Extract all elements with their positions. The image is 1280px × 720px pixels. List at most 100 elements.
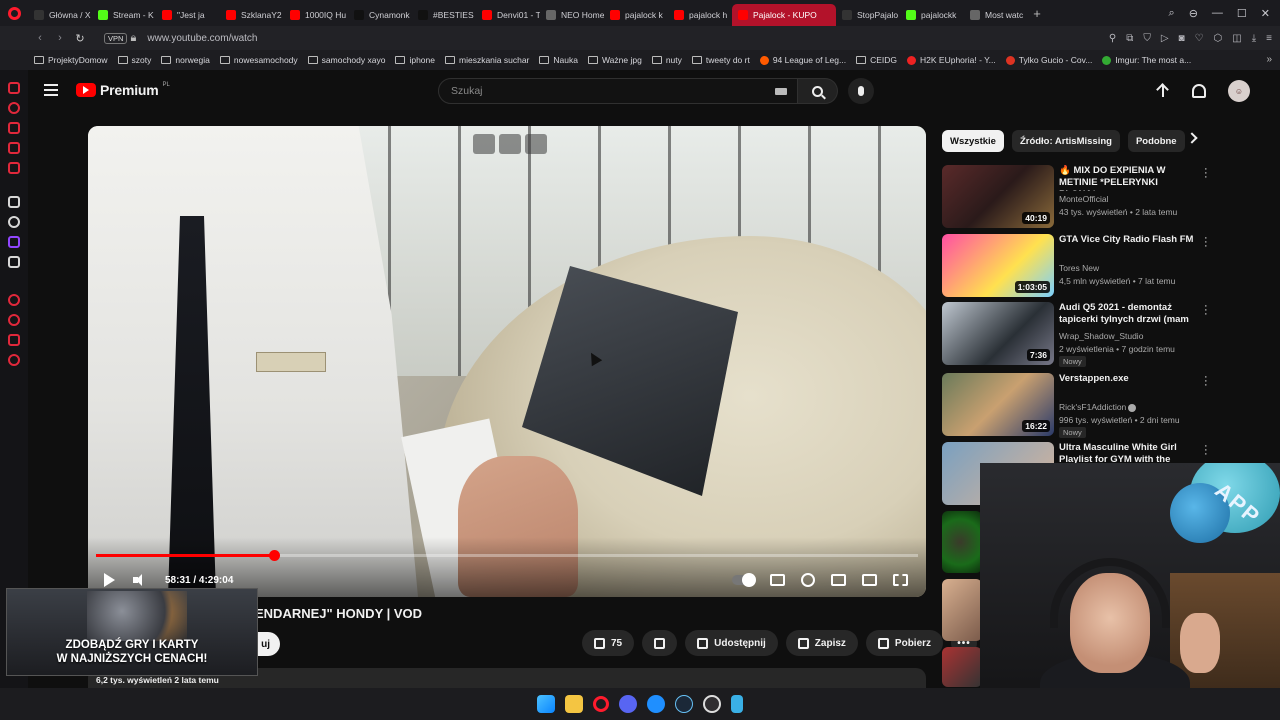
search-button[interactable] bbox=[798, 78, 838, 104]
progress-bar[interactable] bbox=[96, 550, 918, 561]
rec-channel[interactable]: Tores New bbox=[1059, 263, 1099, 273]
rec-title[interactable]: Audi Q5 2021 - demontaż tapicerki tylnyc… bbox=[1059, 302, 1194, 328]
sidebar-twitch-icon[interactable] bbox=[8, 236, 20, 248]
browser-tab[interactable]: Stream - K bbox=[92, 4, 156, 26]
sidebar-extensions-icon[interactable] bbox=[8, 334, 20, 346]
play-button[interactable] bbox=[104, 573, 115, 587]
back-button[interactable]: ‹ bbox=[30, 32, 50, 44]
bookmark-item[interactable]: Ważne jpg bbox=[587, 55, 642, 65]
new-tab-button[interactable]: + bbox=[1028, 6, 1046, 21]
search-input[interactable] bbox=[449, 84, 749, 98]
video-player[interactable]: 58:31 / 4:29:04 bbox=[88, 126, 926, 597]
screenshot-icon[interactable]: ⧉ bbox=[1126, 33, 1133, 44]
fullscreen-icon[interactable] bbox=[893, 574, 908, 586]
upload-icon[interactable] bbox=[1156, 83, 1170, 99]
autoplay-toggle[interactable] bbox=[732, 573, 756, 587]
sidebar-clock-icon[interactable] bbox=[8, 314, 20, 326]
subtitles-icon[interactable] bbox=[770, 574, 785, 586]
more-options-icon[interactable]: · · · bbox=[1204, 372, 1208, 391]
wallet-icon[interactable]: ◫ bbox=[1232, 33, 1241, 44]
bookmark-item[interactable]: CEIDG bbox=[856, 55, 897, 65]
close-window-button[interactable]: ✕ bbox=[1261, 7, 1270, 20]
browser-tab[interactable]: SzklanaY2 bbox=[220, 4, 284, 26]
voice-search-button[interactable] bbox=[848, 78, 874, 104]
heart-icon[interactable]: ♡ bbox=[1195, 33, 1204, 44]
settings-gear-icon[interactable] bbox=[801, 573, 815, 587]
download-icon[interactable]: ⤓ bbox=[1252, 33, 1256, 44]
browser-tab[interactable]: Most watc bbox=[964, 4, 1028, 26]
sidebar-flow-icon[interactable] bbox=[8, 102, 20, 114]
rec-thumbnail[interactable]: 16:22 bbox=[942, 373, 1054, 436]
more-options-icon[interactable]: · · · bbox=[1204, 233, 1208, 252]
save-button[interactable]: Zapisz bbox=[785, 630, 858, 656]
browser-tab[interactable]: Cynamonk bbox=[348, 4, 412, 26]
tab-snapshot-icon[interactable]: ⊖ bbox=[1189, 7, 1198, 20]
sidebar-chatgpt-icon[interactable] bbox=[8, 216, 20, 228]
sidebar-mail-icon[interactable] bbox=[8, 162, 20, 174]
browser-tab[interactable]: #BESTIES a bbox=[412, 4, 476, 26]
notifications-bell-icon[interactable] bbox=[1192, 84, 1206, 98]
reload-button[interactable]: ↻ bbox=[70, 32, 90, 45]
sidebar-x-icon[interactable] bbox=[8, 256, 20, 268]
skip-icon[interactable] bbox=[525, 134, 547, 154]
browser-tab[interactable]: pajalock h bbox=[668, 4, 732, 26]
opera-taskbar-icon[interactable] bbox=[593, 696, 609, 712]
filter-chip[interactable]: Wszystkie bbox=[942, 130, 1004, 152]
filter-chip[interactable]: Źródło: ArtisMissing bbox=[1011, 130, 1120, 152]
bookmark-item[interactable]: Tylko Gucio - Cov... bbox=[1005, 55, 1092, 65]
browser-tab[interactable]: pajalock k bbox=[604, 4, 668, 26]
bookmark-item[interactable]: H2K EUphoria! - Y... bbox=[907, 55, 996, 65]
bookmark-item[interactable]: iphone bbox=[395, 55, 435, 65]
miniplayer-icon[interactable] bbox=[473, 134, 495, 154]
search-tabs-icon[interactable]: ⌕ bbox=[1169, 7, 1175, 20]
rec-channel[interactable]: MonteOfficial bbox=[1059, 194, 1108, 204]
sidebar-ai-icon[interactable] bbox=[8, 196, 20, 208]
cast-icon[interactable] bbox=[862, 574, 877, 586]
bookmark-item[interactable]: norwegia bbox=[161, 55, 210, 65]
rec-title[interactable]: 🔥 MIX DO EXPIENIA W METINIE *PELERYNKI P… bbox=[1059, 165, 1194, 191]
sidebar-history-icon[interactable] bbox=[8, 294, 20, 306]
bookmark-item[interactable]: Imgur: The most a... bbox=[1102, 55, 1191, 65]
url-field[interactable]: www.youtube.com/watch bbox=[147, 33, 257, 44]
rec-channel[interactable]: Rick'sF1Addiction bbox=[1059, 402, 1137, 412]
sidebar-messenger-icon[interactable] bbox=[8, 142, 20, 154]
bookmark-item[interactable]: Nauka bbox=[539, 55, 578, 65]
rec-thumbnail[interactable] bbox=[942, 511, 982, 573]
rec-thumbnail[interactable] bbox=[942, 579, 982, 641]
vpn-badge[interactable]: VPN bbox=[104, 32, 128, 44]
browser-tab[interactable]: Główna / X bbox=[28, 4, 92, 26]
browser-tab[interactable]: "Jest ja bbox=[156, 4, 220, 26]
browser-tab[interactable]: 1000IQ Hu bbox=[284, 4, 348, 26]
menu-icon[interactable] bbox=[44, 84, 58, 99]
discord-icon[interactable] bbox=[619, 695, 637, 713]
notepad-icon[interactable] bbox=[731, 695, 743, 713]
cast-queue-icon[interactable] bbox=[499, 134, 521, 154]
like-button[interactable]: 75 bbox=[582, 630, 635, 656]
chevron-right-icon[interactable] bbox=[1186, 132, 1198, 144]
volume-icon[interactable] bbox=[133, 574, 147, 586]
download-button[interactable]: Pobierz bbox=[865, 630, 944, 656]
rec-channel[interactable]: Wrap_Shadow_Studio bbox=[1059, 331, 1143, 341]
browser-tab[interactable]: StopPajalo bbox=[836, 4, 900, 26]
browser-tab[interactable]: Pajalock - KUPO bbox=[732, 4, 836, 26]
recommendation-item[interactable]: 16:22 Verstappen.exe Rick'sF1Addiction 996 … bbox=[942, 372, 1208, 438]
rec-thumbnail[interactable]: 7:36 bbox=[942, 302, 1054, 365]
rec-thumbnail[interactable]: 40:19 bbox=[942, 165, 1054, 228]
sidebar-settings-icon[interactable] bbox=[8, 354, 20, 366]
share-button[interactable]: Udostępnij bbox=[685, 630, 778, 656]
sidebar-player-icon[interactable] bbox=[8, 122, 20, 134]
extensions-icon[interactable]: ⬡ bbox=[1214, 33, 1223, 44]
bookmarks-more-icon[interactable]: » bbox=[1266, 54, 1272, 65]
opera-logo-icon[interactable] bbox=[0, 0, 28, 26]
ad-overlay[interactable]: ZDOBĄDŹ GRY I KARTY W NAJNIŻSZYCH CENACH… bbox=[6, 588, 258, 676]
bookmark-item[interactable]: 94 League of Leg... bbox=[759, 55, 846, 65]
player-icon[interactable]: ▷ bbox=[1161, 33, 1169, 44]
browser-tab[interactable]: NEO Home bbox=[540, 4, 604, 26]
browser-tab[interactable]: pajalockk bbox=[900, 4, 964, 26]
steam-icon[interactable] bbox=[675, 695, 693, 713]
sidebar-aria-icon[interactable] bbox=[8, 82, 20, 94]
file-explorer-icon[interactable] bbox=[565, 695, 583, 713]
filter-chip[interactable]: Podobne bbox=[1127, 130, 1185, 152]
rec-title[interactable]: Verstappen.exe bbox=[1059, 373, 1194, 385]
bookmark-item[interactable]: nuty bbox=[651, 55, 682, 65]
